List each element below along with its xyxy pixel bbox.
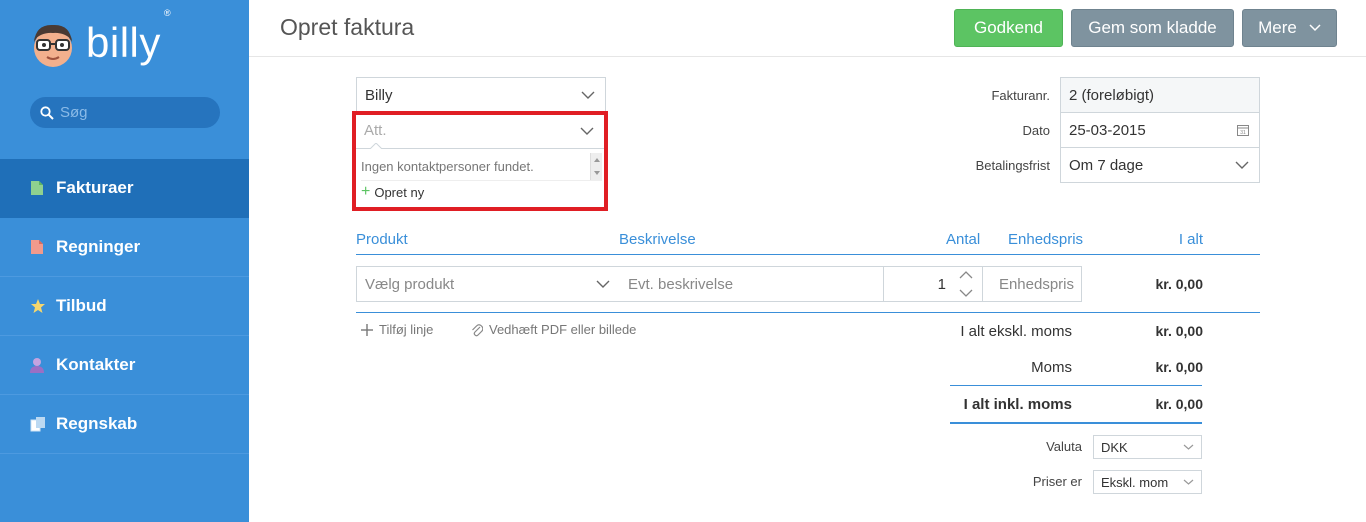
due-value: Om 7 dage (1069, 156, 1144, 174)
row-divider (356, 312, 1260, 313)
vat-label: Moms (1031, 359, 1072, 376)
grand-total-underline (950, 422, 1202, 424)
invoice-number-value: 2 (foreløbigt) (1069, 86, 1155, 104)
product-select[interactable]: Vælg produkt (356, 266, 621, 302)
customer-value: Billy (365, 86, 393, 104)
column-header-total: I alt (1178, 231, 1203, 248)
logo-text: billy (86, 19, 161, 66)
ledger-icon (30, 416, 46, 432)
sidebar-item-label: Kontakter (56, 355, 136, 374)
logo[interactable]: billy (28, 20, 161, 70)
highlight-box (352, 111, 608, 211)
vat-value: kr. 0,00 (1155, 359, 1204, 375)
sidebar-item-regnskab[interactable]: Regnskab (0, 395, 249, 454)
chevron-down-icon (1235, 161, 1249, 169)
currency-value: DKK (1101, 439, 1128, 455)
quantity-stepper[interactable]: 1 (883, 266, 983, 302)
person-icon (30, 357, 46, 373)
search-box[interactable] (30, 97, 220, 128)
chevron-down-icon (596, 280, 610, 288)
column-header-product: Produkt (356, 231, 408, 248)
customer-select[interactable]: Billy (356, 77, 606, 113)
prices-value: Ekskl. mom (1101, 474, 1169, 490)
registered-mark: ® (164, 8, 171, 18)
chevron-down-icon (581, 91, 595, 99)
date-field[interactable]: 25-03-2015 31 (1060, 112, 1260, 148)
product-placeholder: Vælg produkt (365, 275, 455, 293)
date-value: 25-03-2015 (1069, 121, 1146, 139)
billy-mascot-icon (28, 20, 78, 70)
totals-divider (950, 385, 1202, 386)
currency-label: Valuta (1046, 439, 1082, 454)
due-label: Betalingsfrist (975, 158, 1050, 173)
column-header-quantity: Antal (946, 231, 981, 248)
grand-total-label: I alt inkl. moms (963, 396, 1072, 413)
prices-label: Priser er (1032, 474, 1082, 489)
due-select[interactable]: Om 7 dage (1060, 147, 1260, 183)
sidebar-nav: Fakturaer Regninger Tilbud Kontakter Reg… (0, 159, 249, 454)
unit-price-input[interactable]: Enhedspris (983, 266, 1082, 302)
column-header-description: Beskrivelse (619, 231, 696, 248)
sidebar-item-fakturaer[interactable]: Fakturaer (0, 159, 249, 218)
date-label: Dato (1022, 123, 1050, 138)
bill-icon (30, 239, 46, 255)
add-line-label: Tilføj linje (379, 322, 434, 337)
attach-file-label: Vedhæft PDF eller billede (489, 322, 637, 337)
grand-total-value: kr. 0,00 (1155, 396, 1204, 412)
subtotal-label: I alt ekskl. moms (960, 323, 1072, 340)
sidebar-item-tilbud[interactable]: Tilbud (0, 277, 249, 336)
star-icon (30, 298, 46, 314)
top-bar: Opret faktura Godkend Gem som kladde Mer… (249, 0, 1366, 57)
add-line-link[interactable]: Tilføj linje (360, 322, 433, 337)
svg-text:31: 31 (1240, 130, 1246, 136)
attach-file-link[interactable]: Vedhæft PDF eller billede (471, 322, 636, 337)
description-placeholder: Evt. beskrivelse (628, 275, 734, 293)
prices-select[interactable]: Ekskl. mom (1093, 470, 1202, 494)
sidebar-item-label: Regninger (56, 237, 141, 256)
chevron-down-icon (1309, 24, 1321, 32)
save-draft-button[interactable]: Gem som kladde (1071, 9, 1234, 47)
invoice-number-label: Fakturanr. (991, 88, 1050, 103)
column-header-unit-price: Enhedspris (1008, 231, 1084, 248)
sidebar-item-kontakter[interactable]: Kontakter (0, 336, 249, 395)
chevron-down-icon (1183, 444, 1194, 450)
sidebar: billy ® Fakturaer Regninger Tilbud (0, 0, 249, 522)
description-input[interactable]: Evt. beskrivelse (620, 266, 884, 302)
sidebar-item-label: Regnskab (56, 414, 138, 433)
more-button[interactable]: Mere (1242, 9, 1337, 47)
search-input[interactable] (60, 104, 210, 121)
approve-button[interactable]: Godkend (954, 9, 1063, 47)
page-title: Opret faktura (280, 14, 415, 40)
subtotal-value: kr. 0,00 (1155, 323, 1204, 339)
search-icon (40, 105, 54, 120)
line-total: kr. 0,00 (1155, 276, 1204, 292)
chevron-down-icon[interactable] (958, 288, 974, 298)
plus-icon (361, 323, 373, 336)
more-button-label: Mere (1258, 18, 1297, 37)
sidebar-item-label: Fakturaer (56, 178, 134, 197)
chevron-up-icon[interactable] (958, 270, 974, 280)
unit-price-placeholder: Enhedspris (998, 275, 1074, 293)
header-divider (356, 254, 1260, 255)
invoice-number-field: 2 (foreløbigt) (1060, 77, 1260, 113)
chevron-down-icon (1183, 479, 1194, 485)
invoice-icon (30, 180, 46, 196)
sidebar-item-regninger[interactable]: Regninger (0, 218, 249, 277)
calendar-icon[interactable]: 31 (1237, 124, 1249, 136)
quantity-value: 1 (937, 275, 946, 293)
currency-select[interactable]: DKK (1093, 435, 1202, 459)
paperclip-icon (472, 323, 483, 336)
sidebar-item-label: Tilbud (56, 296, 107, 315)
